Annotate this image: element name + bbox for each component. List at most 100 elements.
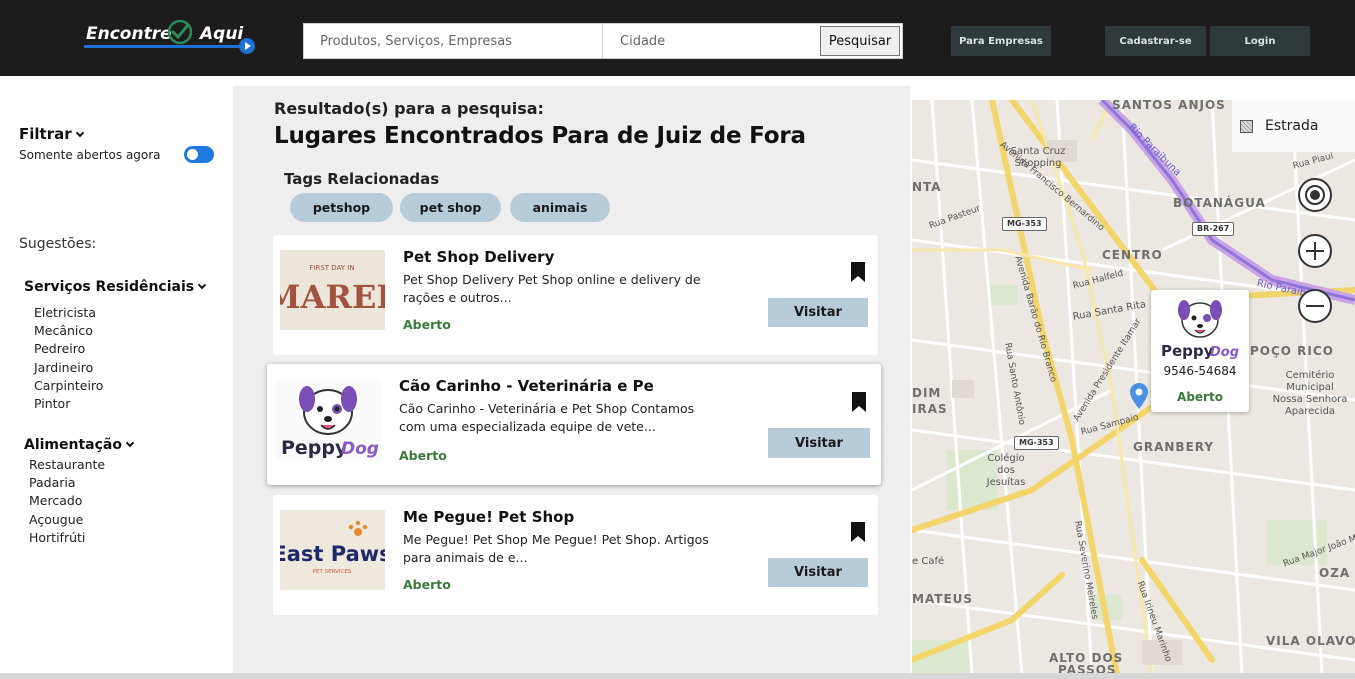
logo-big-text: MAREL (280, 278, 385, 316)
status-badge: Aberto (403, 317, 451, 332)
map-label: Colégio dos Jesuítas (986, 453, 1026, 488)
logo-text-aqui: Aqui (200, 24, 244, 44)
tag-chip[interactable]: animais (510, 193, 610, 222)
site-logo[interactable]: Encontre Aqui (84, 16, 259, 58)
map-label: SANTOS ANJOS (1112, 100, 1226, 112)
suggestions-title: Sugestões: (19, 236, 97, 252)
tag-chip[interactable]: petshop (290, 193, 393, 222)
category-toggle-food[interactable]: Alimentação (24, 437, 135, 453)
filter-toggle[interactable]: Filtrar (19, 125, 84, 143)
results-panel: Resultado(s) para a pesquisa: Lugares En… (233, 86, 910, 679)
check-circle-icon (167, 19, 193, 45)
related-tags-title: Tags Relacionadas (284, 170, 440, 188)
map-label: MATEUS (912, 592, 974, 606)
for-business-button[interactable]: Para Empresas (951, 26, 1051, 56)
map-layer-label: Estrada (1265, 118, 1319, 134)
signup-button[interactable]: Cadastrar-se (1105, 26, 1206, 56)
arrow-right-icon (239, 38, 255, 54)
business-name[interactable]: Pet Shop Delivery (403, 248, 554, 266)
map-view[interactable]: SANTOS ANJOS Avenida Francisco Bernardin… (912, 100, 1355, 675)
logo-big-text: East Paws (280, 542, 385, 566)
visit-button[interactable]: Visitar (768, 298, 868, 327)
category-item[interactable]: Açougue (29, 511, 105, 529)
horizontal-scrollbar[interactable] (0, 673, 1355, 679)
filter-title: Filtrar (19, 125, 72, 143)
business-description: Cão Carinho - Veterinária e Pet Shop Con… (399, 401, 695, 434)
category-item[interactable]: Mercado (29, 492, 105, 510)
open-now-label: Somente abertos agora (19, 148, 161, 162)
map-layer-toggle[interactable]: Estrada (1232, 100, 1355, 152)
popup-status: Aberto (1177, 390, 1223, 404)
road-shield: MG-353 (1002, 217, 1047, 231)
status-badge: Aberto (403, 577, 451, 592)
chevron-down-icon (75, 128, 84, 138)
category-toggle-residential[interactable]: Serviços Residênciais (24, 279, 207, 295)
top-header: Encontre Aqui Pesquisar Para Empresas Ca… (0, 0, 1355, 76)
business-logo: East Paws PET SERVICES (280, 510, 385, 590)
visit-button[interactable]: Visitar (768, 428, 870, 458)
category-title: Serviços Residênciais (24, 279, 195, 295)
map-label: VILA OLAVO (1266, 634, 1355, 648)
map-label: Santa Cruz Shopping (1010, 146, 1066, 169)
login-button[interactable]: Login (1210, 26, 1310, 56)
logo-small-text: PET SERVICES (313, 569, 352, 575)
business-name[interactable]: Cão Carinho - Veterinária e Pe (399, 377, 654, 395)
category-item[interactable]: Pintor (34, 395, 103, 413)
category-title: Alimentação (24, 437, 122, 453)
category-item[interactable]: Jardineiro (34, 359, 103, 377)
plus-icon (1306, 242, 1324, 260)
popup-logo-accent: Dog (1210, 345, 1239, 360)
map-label: e Café (912, 556, 945, 567)
search-bar: Pesquisar (303, 23, 903, 59)
map-label: GRANBERY (1133, 440, 1215, 454)
page-title: Lugares Encontrados Para de Juiz de Fora (274, 123, 806, 149)
result-card[interactable]: East Paws PET SERVICES Me Pegue! Pet Sho… (273, 495, 878, 615)
search-input[interactable] (304, 24, 603, 58)
chevron-down-icon (125, 438, 135, 448)
category-item[interactable]: Restaurante (29, 456, 105, 474)
zoom-out-button[interactable] (1298, 289, 1332, 323)
map-label: Cemitério Municipal Nossa Senhora Aparec… (1272, 370, 1348, 417)
map-pin-icon[interactable] (1130, 383, 1148, 409)
map-popup[interactable]: Peppy Dog 9546-54684 Aberto (1151, 290, 1249, 412)
result-card[interactable]: Peppy Dog Cão Carinho - Veterinária e Pe… (267, 364, 881, 485)
road-shield: MG-353 (1014, 436, 1059, 450)
popup-logo: Peppy Dog (1157, 296, 1243, 360)
business-description: Me Pegue! Pet Shop Me Pegue! Pet Shop. A… (403, 532, 709, 565)
category-item[interactable]: Carpinteiro (34, 377, 103, 395)
filter-sidebar: Filtrar Somente abertos agora Sugestões:… (0, 76, 233, 679)
bookmark-icon[interactable] (851, 522, 865, 542)
visit-button[interactable]: Visitar (768, 558, 868, 587)
layer-icon (1240, 119, 1253, 133)
map-label: OZA (1319, 566, 1351, 580)
result-card[interactable]: FIRST DAY IN MAREL Pet Shop Delivery Pet… (273, 235, 878, 355)
minus-icon (1306, 305, 1324, 307)
logo-accent-text: Dog (341, 439, 379, 459)
bookmark-icon[interactable] (851, 262, 865, 282)
category-item[interactable]: Mecânico (34, 322, 103, 340)
zoom-in-button[interactable] (1298, 234, 1332, 268)
category-item[interactable]: Padaria (29, 474, 105, 492)
category-item[interactable]: Hortifrúti (29, 529, 105, 547)
business-logo: Peppy Dog (275, 379, 382, 461)
logo-underline (84, 45, 244, 48)
popup-phone: 9546-54684 (1163, 364, 1237, 378)
status-badge: Aberto (399, 448, 447, 463)
search-button[interactable]: Pesquisar (820, 26, 900, 56)
open-now-toggle[interactable] (184, 146, 214, 163)
popup-logo-text: Peppy (1161, 342, 1214, 360)
tag-chip[interactable]: pet shop (400, 193, 501, 222)
bookmark-icon[interactable] (852, 392, 866, 412)
business-name[interactable]: Me Pegue! Pet Shop (403, 508, 574, 526)
toggle-knob (187, 149, 198, 160)
city-input[interactable] (604, 24, 819, 58)
category-item[interactable]: Eletricista (34, 304, 103, 322)
chevron-down-icon (197, 280, 207, 290)
locate-button[interactable] (1298, 178, 1332, 212)
results-subtitle: Resultado(s) para a pesquisa: (274, 99, 544, 118)
map-label: NTA (912, 180, 942, 194)
map-label: BOTANÁGUA (1173, 196, 1266, 210)
map-label: POÇO RICO (1250, 344, 1334, 358)
map-label: DIM (912, 386, 942, 400)
category-item[interactable]: Pedreiro (34, 340, 103, 358)
